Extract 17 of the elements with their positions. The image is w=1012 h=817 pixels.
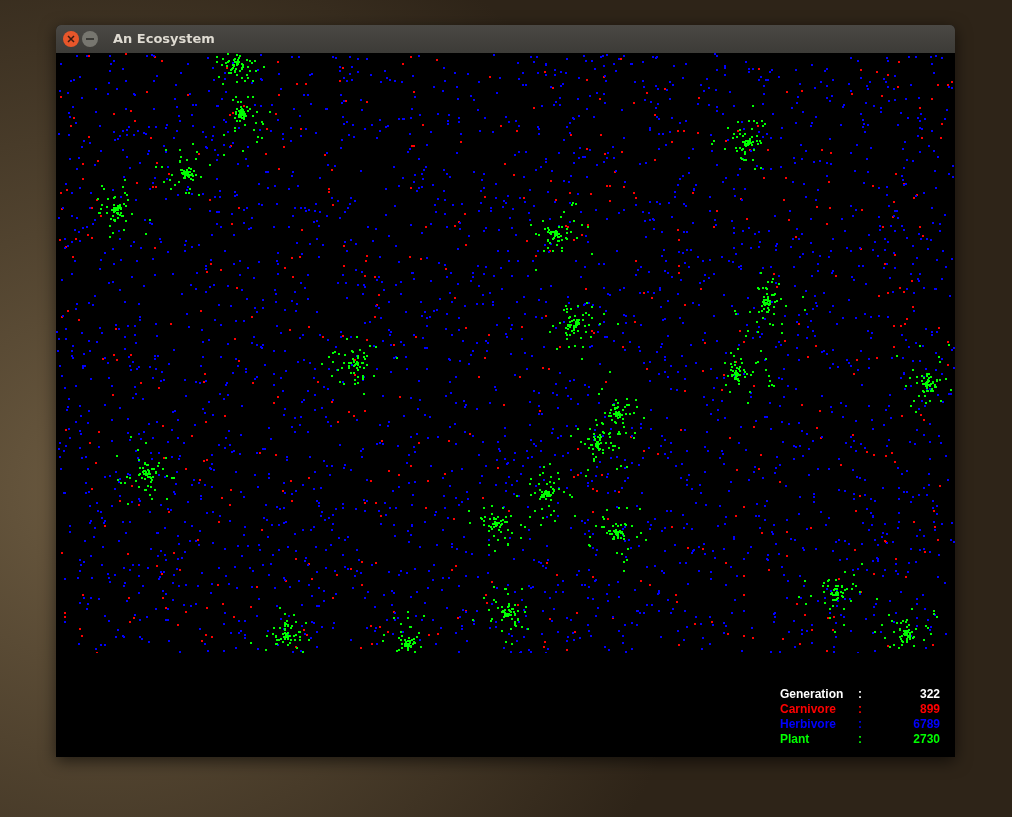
minimize-icon [86, 38, 94, 40]
close-button[interactable] [63, 31, 79, 47]
stat-label: Herbivore [780, 717, 838, 732]
stat-separator: : [858, 732, 863, 747]
stat-value: 322 [918, 687, 940, 702]
stat-value: 899 [918, 702, 940, 717]
stat-separator: : [858, 702, 863, 717]
stat-value: 6789 [912, 717, 940, 732]
stat-label: Plant [780, 732, 811, 747]
stat-label: Generation [780, 687, 845, 702]
stat-separator: : [858, 687, 863, 702]
minimize-button[interactable] [82, 31, 98, 47]
window-title: An Ecosystem [113, 30, 215, 49]
stat-label: Carnivore [780, 702, 838, 717]
stat-separator: : [858, 717, 863, 732]
close-icon [67, 35, 75, 43]
stat-value: 2730 [912, 732, 940, 747]
